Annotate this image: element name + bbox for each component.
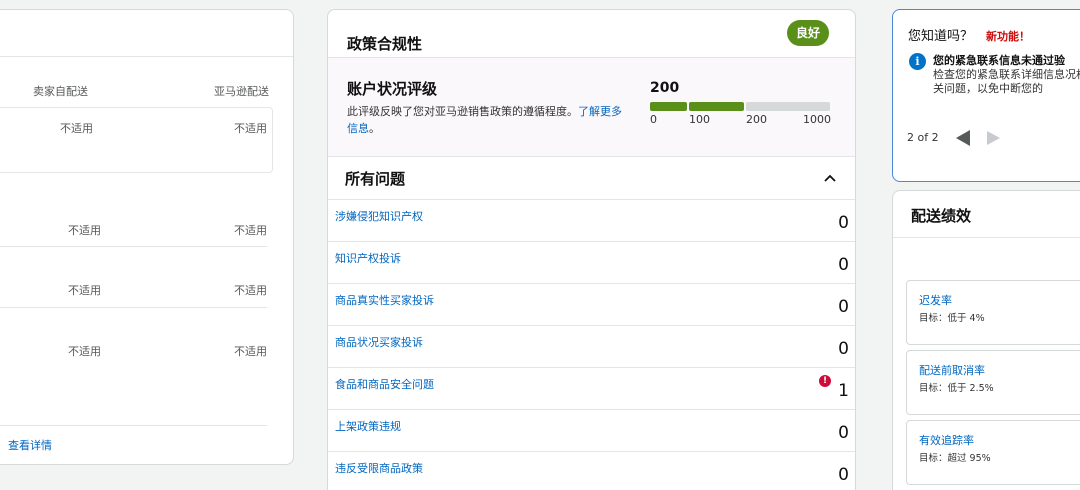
previous-arrow-icon[interactable] xyxy=(956,130,970,146)
shipping-performance-card: 配送绩效 迟发率 目标：低于 4% 配送前取消率 目标：低于 2.5% 有效追踪… xyxy=(892,190,1080,490)
row3-amazon-value: 不适用 xyxy=(234,284,267,297)
row4-seller-value: 不适用 xyxy=(68,345,101,358)
row3-seller-value: 不适用 xyxy=(68,284,101,297)
issue-row: 上架政策违规 0 xyxy=(328,409,855,451)
issue-link[interactable]: 商品状况买家投诉 xyxy=(335,334,423,350)
row1-seller-value: 不适用 xyxy=(60,122,93,135)
rating-scale-100: 100 xyxy=(689,113,710,126)
notice-body: 检查您的紧急联系详细信息况相关问题，以免中断您的 xyxy=(933,68,1080,95)
issue-count: 0 xyxy=(838,255,849,275)
policy-compliance-title: 政策合规性 xyxy=(347,35,423,53)
rating-scale-1000: 1000 xyxy=(803,113,831,126)
rating-scale-0: 0 xyxy=(650,113,657,126)
issue-count: 0 xyxy=(838,297,849,317)
issue-row: 涉嫌侵犯知识产权 0 xyxy=(328,199,855,241)
issue-link[interactable]: 违反受限商品政策 xyxy=(335,460,423,476)
info-icon: i xyxy=(909,53,926,70)
card-divider xyxy=(893,237,1080,238)
rating-bar-segment-1 xyxy=(650,102,687,111)
rating-description: 此评级反映了您对亚马逊销售政策的遵循程度。了解更多信息。 xyxy=(347,103,627,137)
account-metrics-card: 卖家自配送 亚马逊配送 不适用 不适用 不适用 不适用 不适用 不适用 不适用 … xyxy=(0,9,294,465)
pager-indicator: 2 of 2 xyxy=(907,131,939,144)
rating-title: 账户状况评级 xyxy=(347,80,438,98)
issue-link[interactable]: 商品真实性买家投诉 xyxy=(335,292,434,308)
metric-target: 目标：低于 4% xyxy=(919,313,985,324)
row2-amazon-value: 不适用 xyxy=(234,224,267,237)
col-header-seller-fulfilled: 卖家自配送 xyxy=(33,85,88,98)
next-arrow-icon[interactable] xyxy=(987,131,1000,145)
status-badge: 良好 xyxy=(787,20,829,46)
row-divider xyxy=(0,307,267,308)
shipping-performance-title: 配送绩效 xyxy=(911,207,972,225)
metric-row-box xyxy=(0,107,273,173)
issue-count: 0 xyxy=(838,339,849,359)
issue-link[interactable]: 食品和商品安全问题 xyxy=(335,376,434,392)
footer-divider xyxy=(0,425,267,426)
did-you-know-title: 您知道吗？ xyxy=(908,29,974,44)
issue-link[interactable]: 涉嫌侵犯知识产权 xyxy=(335,208,423,224)
metric-target: 目标：低于 2.5% xyxy=(919,383,994,394)
issue-row: 违反受限商品政策 0 xyxy=(328,451,855,490)
rating-bar-segment-3 xyxy=(746,102,830,111)
view-details-link[interactable]: 查看详情 xyxy=(8,437,52,453)
issue-row: 知识产权投诉 0 xyxy=(328,241,855,283)
issue-count: 0 xyxy=(838,213,849,233)
issue-count: 0 xyxy=(838,465,849,485)
metric-link[interactable]: 迟发率 xyxy=(919,292,952,308)
metric-valid-tracking: 有效追踪率 目标：超过 95% xyxy=(906,420,1080,485)
metric-cancellation: 配送前取消率 目标：低于 2.5% xyxy=(906,350,1080,415)
alert-icon: ! xyxy=(819,375,831,387)
issue-row: 商品状况买家投诉 0 xyxy=(328,325,855,367)
metric-late-shipment: 迟发率 目标：低于 4% xyxy=(906,280,1080,345)
issue-count: 1 xyxy=(838,381,849,401)
rating-description-text: 此评级反映了您对亚马逊销售政策的遵循程度。 xyxy=(347,105,578,118)
metric-link[interactable]: 有效追踪率 xyxy=(919,432,974,448)
row-divider xyxy=(0,246,267,247)
issue-link[interactable]: 知识产权投诉 xyxy=(335,250,401,266)
rating-scale-200: 200 xyxy=(746,113,767,126)
issue-row: 食品和商品安全问题 ! 1 xyxy=(328,367,855,409)
new-feature-label: 新功能！ xyxy=(986,30,1030,43)
all-issues-header: 所有问题 xyxy=(345,170,406,188)
metric-link[interactable]: 配送前取消率 xyxy=(919,362,985,378)
notice-heading: 您的紧急联系信息未通过验 xyxy=(933,54,1065,67)
did-you-know-card: 您知道吗？ 新功能！ i 您的紧急联系信息未通过验 检查您的紧急联系详细信息况相… xyxy=(892,9,1080,182)
issue-link[interactable]: 上架政策违规 xyxy=(335,418,401,434)
row2-seller-value: 不适用 xyxy=(68,224,101,237)
row4-amazon-value: 不适用 xyxy=(234,345,267,358)
chevron-up-icon[interactable] xyxy=(822,170,838,186)
issue-count: 0 xyxy=(838,423,849,443)
rating-bar-segment-2 xyxy=(689,102,744,111)
issue-row: 商品真实性买家投诉 0 xyxy=(328,283,855,325)
rating-score: 200 xyxy=(650,80,680,96)
account-health-rating-section: 账户状况评级 此评级反映了您对亚马逊销售政策的遵循程度。了解更多信息。 200 … xyxy=(328,57,855,157)
rating-description-end: 。 xyxy=(369,122,380,135)
policy-compliance-card: 政策合规性 良好 账户状况评级 此评级反映了您对亚马逊销售政策的遵循程度。了解更… xyxy=(327,9,856,490)
col-header-amazon-fulfilled: 亚马逊配送 xyxy=(214,85,269,98)
card-header xyxy=(0,10,293,57)
metric-target: 目标：超过 95% xyxy=(919,453,991,464)
row1-amazon-value: 不适用 xyxy=(234,122,267,135)
